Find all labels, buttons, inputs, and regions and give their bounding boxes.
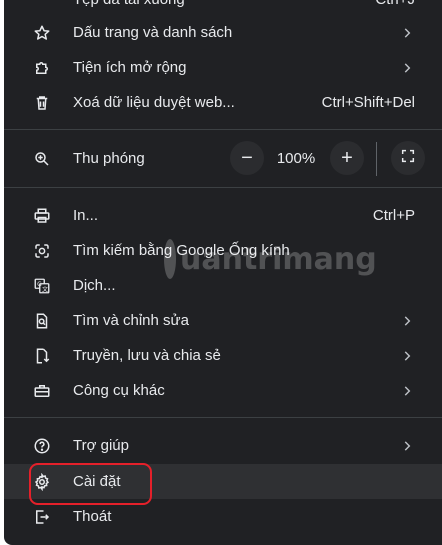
exit-icon [32,507,52,527]
zoom-in-button[interactable]: + [330,141,364,175]
menu-item-label: Dấu trang và danh sách [73,24,233,41]
trash-icon [32,93,52,113]
menu-item-help[interactable]: Trợ giúp [4,428,442,463]
lens-icon [32,241,52,261]
plus-icon: + [341,146,353,169]
fullscreen-icon [400,148,416,168]
chevron-right-icon [400,349,414,363]
menu-separator [4,129,442,130]
menu-item-bookmarks[interactable]: Dấu trang và danh sách [4,15,442,50]
highlight-annotation [29,463,152,505]
zoom-divider [376,142,377,176]
menu-item-cast-save-share[interactable]: Truyền, lưu và chia sẻ [4,338,442,373]
find-icon [32,311,52,331]
puzzle-icon [32,58,52,78]
menu-item-label: Công cụ khác [73,382,165,399]
toolbox-icon [32,381,52,401]
translate-icon: G文 [32,276,52,296]
cast-save-icon [32,346,52,366]
shortcut-label: Ctrl+Shift+Del [321,94,415,111]
menu-item-print[interactable]: In... Ctrl+P [4,198,442,233]
watermark-text: uantrimang [180,241,377,277]
watermark-logo: uantrimang [164,236,377,282]
menu-item-find-edit[interactable]: Tìm và chỉnh sửa [4,303,442,338]
shortcut-label: Ctrl+P [372,207,415,224]
menu-item-label: Tệp đã tải xuống [73,0,185,8]
fullscreen-button[interactable] [391,141,425,175]
chrome-main-menu: Tệp đã tải xuống Ctrl+J Dấu trang và dan… [4,0,442,545]
chevron-right-icon [400,439,414,453]
menu-item-label: Tiện ích mở rộng [73,59,187,76]
watermark-q-icon [164,239,176,279]
menu-separator [4,417,442,418]
minus-icon: − [241,146,253,169]
svg-text:文: 文 [42,285,48,293]
chevron-right-icon [400,61,414,75]
menu-item-label: Thu phóng [73,150,145,167]
shortcut-label: Ctrl+J [375,0,415,8]
zoom-level: 100% [276,150,316,167]
menu-item-label: Xoá dữ liệu duyệt web... [73,94,235,111]
chevron-right-icon [400,384,414,398]
menu-item-label: Thoát [73,508,112,525]
menu-item-label: Tìm và chỉnh sửa [73,312,189,329]
menu-separator [4,187,442,188]
print-icon [32,206,52,226]
zoom-out-button[interactable]: − [230,141,264,175]
help-icon [32,436,52,456]
menu-item-clear-data[interactable]: Xoá dữ liệu duyệt web... Ctrl+Shift+Del [4,85,442,120]
menu-item-label: Trợ giúp [73,437,129,454]
chevron-right-icon [400,314,414,328]
chevron-right-icon [400,26,414,40]
zoom-icon [32,149,52,169]
menu-item-label: Truyền, lưu và chia sẻ [73,347,221,364]
menu-item-extensions[interactable]: Tiện ích mở rộng [4,50,442,85]
star-icon [32,23,52,43]
menu-item-more-tools[interactable]: Công cụ khác [4,373,442,408]
menu-item-label: In... [73,207,99,224]
menu-item-label: Dịch... [73,277,116,294]
